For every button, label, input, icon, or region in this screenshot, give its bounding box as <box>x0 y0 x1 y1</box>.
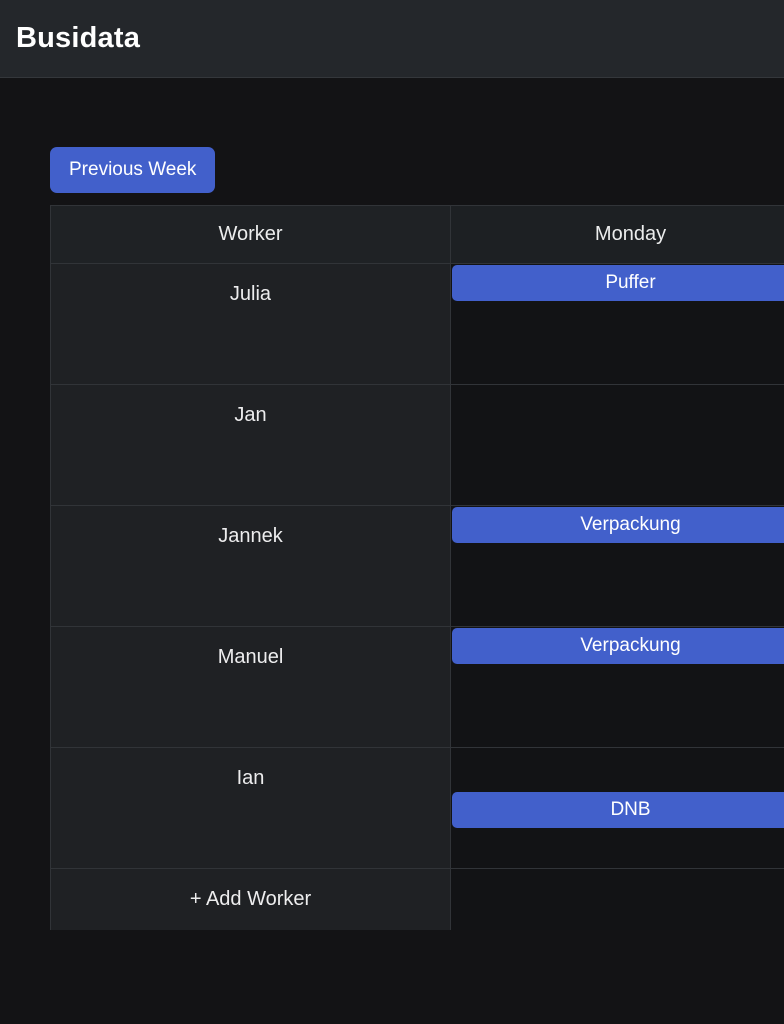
column-header-monday: Monday <box>450 205 784 264</box>
worker-name-cell[interactable]: Jan <box>50 384 451 506</box>
table-row: Julia Puffer <box>50 263 784 385</box>
worker-name-cell[interactable]: Manuel <box>50 626 451 748</box>
schedule-table-scroll[interactable]: Worker Monday Julia Puffer Jan Jannek Ve… <box>50 205 784 930</box>
shift-chip[interactable]: Verpackung <box>452 507 784 543</box>
schedule-table-body: Julia Puffer Jan Jannek Verpackung Manue… <box>50 263 784 930</box>
schedule-toolbar: Previous Week <box>50 147 216 193</box>
schedule-table: Worker Monday Julia Puffer Jan Jannek Ve… <box>50 205 784 930</box>
worker-name-cell[interactable]: Jannek <box>50 505 451 627</box>
schedule-header-row: Worker Monday <box>50 205 784 264</box>
shift-chip[interactable]: Verpackung <box>452 628 784 664</box>
app-header: Busidata <box>0 0 784 78</box>
shift-cell-monday[interactable]: Verpackung <box>450 626 784 748</box>
column-header-worker: Worker <box>50 205 451 264</box>
schedule-table-head: Worker Monday <box>50 205 784 264</box>
worker-name-cell[interactable]: Julia <box>50 263 451 385</box>
shift-cell-monday[interactable]: DNB <box>450 747 784 869</box>
shift-cell-monday[interactable]: Puffer <box>450 263 784 385</box>
shift-chip[interactable]: DNB <box>452 792 784 828</box>
table-row: Jannek Verpackung <box>50 505 784 627</box>
app-title: Busidata <box>16 22 141 54</box>
shift-cell-monday[interactable]: Verpackung <box>450 505 784 627</box>
shift-chip[interactable]: Puffer <box>452 265 784 301</box>
table-row: Jan <box>50 384 784 506</box>
table-row: Manuel Verpackung <box>50 626 784 748</box>
add-worker-row: + Add Worker <box>50 868 784 930</box>
add-worker-filler-monday <box>450 868 784 930</box>
worker-name-cell[interactable]: Ian <box>50 747 451 869</box>
add-worker-button[interactable]: + Add Worker <box>50 868 451 930</box>
previous-week-button[interactable]: Previous Week <box>50 147 216 193</box>
shift-cell-monday[interactable] <box>450 384 784 506</box>
main-content: Previous Week Worker Monday Julia Puffer… <box>0 78 784 1024</box>
table-row: Ian DNB <box>50 747 784 869</box>
